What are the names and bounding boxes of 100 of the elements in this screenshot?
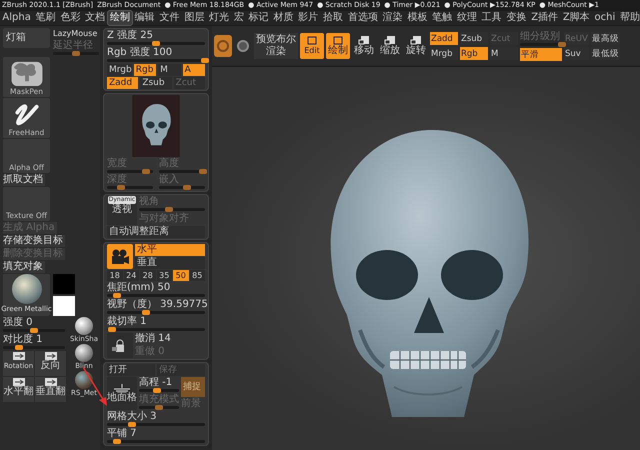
tool-button[interactable]: 水平翻 [3,377,34,402]
slider[interactable]: 高程 -1 [139,377,179,393]
menu-item[interactable]: 模板 [404,11,430,25]
squares-icon [384,36,396,44]
floor-button[interactable]: 地面格 [107,377,137,410]
auto-distance-button[interactable]: 自动调整距离 [107,226,205,238]
transform-button[interactable]: 旋转 [404,33,428,59]
slider[interactable]: 焦距(mm) 50 [107,282,205,298]
squares-icon [410,36,422,44]
menu-item[interactable]: 文档 [82,11,108,25]
mode-button[interactable]: A [182,64,205,76]
slider-thumb[interactable] [108,327,116,332]
slider[interactable]: 对比度 1 [3,334,65,350]
transform-button[interactable]: 移动 [352,33,376,59]
slider[interactable]: 网格大小 3 [107,411,205,427]
menu-item[interactable]: 材质 [271,11,296,25]
focal-preset[interactable]: 35 [156,270,172,281]
mode-button[interactable]: Rgb [460,47,488,60]
menu-item[interactable]: 影片 [296,11,321,25]
menu-item[interactable]: Z脚本 [560,11,592,25]
slider[interactable]: Z 强度 25 [107,30,205,46]
menu-item[interactable]: 标记 [246,11,272,25]
menu-item[interactable]: 变换 [504,11,529,25]
mode-button[interactable]: M [158,64,181,76]
menu-item[interactable]: 工具 [479,11,504,25]
slider-thumb[interactable] [128,422,136,427]
menu-item[interactable]: 首选项 [345,11,380,25]
menu-item[interactable]: Alpha [0,11,34,25]
menu-item[interactable]: 宏 [231,11,246,25]
menu-item[interactable]: Z插件 [528,11,560,25]
arrow-icon [12,351,26,361]
mode-button[interactable]: Zadd [430,32,458,45]
mode-button[interactable]: 绘制 [326,33,350,59]
camera-lock-icon[interactable] [107,333,133,358]
mode-button[interactable]: M [490,47,518,60]
view-toggle[interactable]: 水平 [135,244,205,256]
uv-button[interactable]: Suv [564,47,589,60]
tool-button[interactable]: 垂直翻 [35,377,66,402]
menu-item[interactable]: ochi [592,11,618,25]
mode-button[interactable]: Zsub [460,32,488,45]
action-button[interactable]: 存储变换目标 [3,235,65,247]
mode-button[interactable]: Rgb [134,64,156,76]
viewport-canvas[interactable] [212,67,640,450]
menu-item[interactable]: 渲染 [380,11,405,25]
slider[interactable]: Rgb 强度 100 [107,47,205,63]
tool-button[interactable]: 反向 [35,351,66,376]
menu-item[interactable]: 色彩 [58,11,83,25]
menu-item[interactable]: 文件 [157,11,182,25]
mode-button[interactable]: Zadd [107,77,138,89]
lightbox-button[interactable]: 灯箱 [3,28,50,48]
focal-preset[interactable]: 24 [124,270,139,281]
level-button[interactable]: 最低级 [590,47,620,60]
mode-button[interactable]: Mrgb [430,47,458,60]
slider[interactable]: 裁切率 1 [107,316,205,332]
menu-item[interactable]: 笔触 [430,11,454,25]
slider-thumb[interactable] [201,58,209,63]
frame-icon [332,36,344,44]
lazymouse-label[interactable]: LazyMouse [53,28,99,40]
focal-preset[interactable]: 50 [173,270,188,281]
arrow-icon [44,351,58,361]
menu-item[interactable]: 拾取 [320,11,346,25]
color-swatch[interactable] [53,296,75,316]
menu-item[interactable]: 纹理 [454,11,480,25]
slider[interactable]: 视野（度） 39.59775 [107,299,205,315]
slider-thumb[interactable] [142,310,150,315]
history-button[interactable]: 撤消 14 [135,333,205,345]
frame-icon [306,36,318,44]
squares-icon [358,36,370,44]
focal-preset[interactable]: 18 [107,270,122,281]
view-toggle[interactable]: 垂直 [135,257,205,269]
grab-doc-button[interactable]: 抓取文档 [3,174,45,186]
camera-icon[interactable] [107,244,133,269]
arrow-icon [44,377,58,387]
transform-button[interactable]: 缩放 [378,33,402,59]
slider-thumb[interactable] [112,293,121,298]
menu-item[interactable]: 绘制 [108,11,132,25]
level-button[interactable]: 最高级 [590,32,620,45]
mode-button[interactable]: Zsub [140,77,172,89]
mode-button[interactable]: Edit [300,33,324,59]
floor-grid-icon [113,384,131,392]
mode-button[interactable]: Mrgb [107,64,132,76]
boolean-preview-button[interactable]: 预览布尔渲染 [254,33,298,59]
fill-object-button[interactable]: 填充对象 [3,261,45,273]
menu-item[interactable]: 灯光 [206,11,232,25]
menu-item[interactable]: 帮助 [618,11,640,25]
slider[interactable]: 强度 0 [3,317,65,333]
focal-preset[interactable]: 85 [190,270,205,281]
menu-item[interactable]: 图层 [182,11,207,25]
focal-preset[interactable]: 28 [140,270,156,281]
open-button[interactable]: 打开 [107,364,155,376]
slider-thumb[interactable] [112,439,121,444]
menu-item[interactable]: 编辑 [132,11,158,25]
color-swatch[interactable] [53,274,75,294]
menu-item[interactable]: 笔刷 [33,11,58,25]
slider-thumb[interactable] [14,345,22,350]
smooth-button[interactable]: 平滑 [520,48,562,61]
slider[interactable]: 平铺 7 [107,428,205,444]
slider-thumb[interactable] [153,388,161,393]
slider-thumb[interactable] [30,328,38,333]
slider-thumb[interactable] [152,41,160,46]
